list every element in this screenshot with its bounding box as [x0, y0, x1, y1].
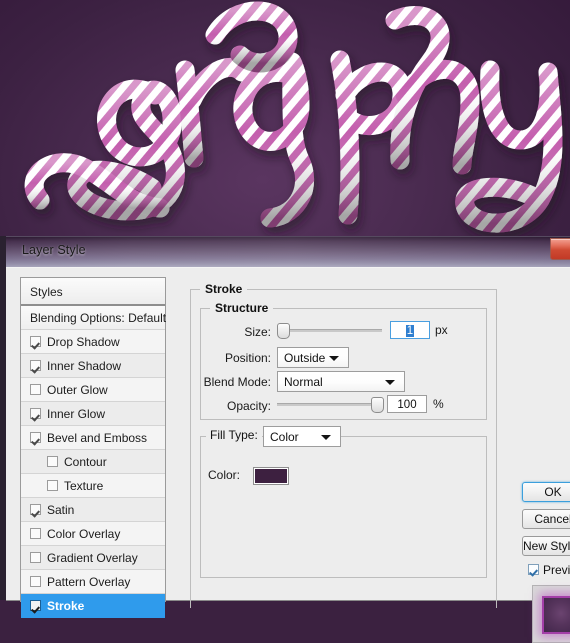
- size-input[interactable]: 1: [390, 321, 430, 339]
- style-row-label: Inner Glow: [47, 407, 106, 421]
- style-row-bevel-and-emboss[interactable]: Bevel and Emboss: [21, 426, 165, 450]
- blending-options-label: Blending Options: Default: [30, 311, 167, 325]
- candy-lettering-svg: [24, 1, 563, 233]
- checkbox-icon[interactable]: [30, 408, 41, 419]
- style-row-contour[interactable]: Contour: [21, 450, 165, 474]
- titlebar-sheen: [6, 237, 570, 267]
- checkbox-icon[interactable]: [30, 432, 41, 443]
- opacity-slider-thumb[interactable]: [371, 397, 384, 413]
- checkbox-icon[interactable]: [30, 384, 41, 395]
- chevron-down-icon: [321, 435, 331, 440]
- dialog-body: Styles Blending Options: Default Drop Sh…: [6, 267, 570, 618]
- style-row-outer-glow[interactable]: Outer Glow: [21, 378, 165, 402]
- position-dropdown[interactable]: Outside: [277, 347, 349, 368]
- opacity-slider[interactable]: [277, 397, 384, 413]
- size-value: 1: [405, 325, 415, 337]
- position-label: Position:: [224, 351, 271, 365]
- new-style-button[interactable]: New Style...: [522, 536, 570, 556]
- stroke-settings-panel: Stroke Structure Size: 1 px Position: Ou…: [184, 277, 570, 608]
- checkbox-icon[interactable]: [30, 336, 41, 347]
- fill-type-group: Fill Type: Color Color:: [200, 426, 487, 578]
- style-row-label: Pattern Overlay: [47, 575, 131, 589]
- structure-group: Structure Size: 1 px Position: Outside B…: [200, 301, 487, 420]
- style-row-label: Bevel and Emboss: [47, 431, 148, 445]
- stroke-color-swatch[interactable]: [253, 467, 289, 485]
- dialog-titlebar[interactable]: Layer Style: [6, 236, 570, 267]
- blending-options-row[interactable]: Blending Options: Default: [21, 306, 167, 330]
- opacity-slider-track[interactable]: [277, 403, 382, 406]
- style-row-label: Texture: [64, 479, 104, 493]
- blend-mode-label: Blend Mode:: [203, 375, 271, 389]
- stroke-group-title: Stroke: [200, 282, 248, 296]
- size-slider[interactable]: [277, 323, 382, 339]
- style-row-drop-shadow[interactable]: Drop Shadow: [21, 330, 165, 354]
- preview-swatch: [542, 596, 570, 634]
- fill-type-label: Fill Type:: [206, 428, 262, 442]
- opacity-input[interactable]: 100: [387, 395, 427, 413]
- stroke-group: Stroke Structure Size: 1 px Position: Ou…: [190, 282, 497, 608]
- size-slider-thumb[interactable]: [277, 323, 291, 339]
- style-row-label: Contour: [64, 455, 107, 469]
- dialog-title: Layer Style: [22, 243, 86, 257]
- color-label: Color:: [208, 468, 241, 482]
- layer-style-dialog: Layer Style Styles Blending Options: Def…: [0, 236, 570, 643]
- checkbox-icon[interactable]: [30, 600, 41, 611]
- style-row-label: Color Overlay: [47, 527, 121, 541]
- checkbox-icon[interactable]: [30, 552, 41, 563]
- opacity-label: Opacity:: [226, 399, 271, 413]
- checkbox-icon[interactable]: [30, 360, 41, 371]
- style-row-texture[interactable]: Texture: [21, 474, 165, 498]
- checkbox-icon: [528, 564, 539, 575]
- fill-type-dropdown[interactable]: Color: [263, 426, 341, 447]
- chevron-down-icon: [329, 356, 339, 361]
- preview-checkbox[interactable]: Preview: [522, 563, 570, 577]
- size-unit: px: [435, 323, 448, 337]
- style-row-pattern-overlay[interactable]: Pattern Overlay: [21, 570, 165, 594]
- blend-mode-value: Normal: [284, 375, 323, 389]
- checkbox-icon[interactable]: [47, 456, 58, 467]
- checkbox-icon[interactable]: [30, 576, 41, 587]
- checkbox-icon[interactable]: [30, 504, 41, 515]
- preview-label: Preview: [543, 563, 570, 577]
- ok-button[interactable]: OK: [522, 482, 570, 502]
- chevron-down-icon: [385, 380, 395, 385]
- styles-panel: Styles Blending Options: Default Drop Sh…: [20, 277, 167, 618]
- position-value: Outside: [284, 351, 326, 365]
- checkbox-icon[interactable]: [30, 528, 41, 539]
- checkbox-icon[interactable]: [47, 480, 58, 491]
- opacity-value: 100: [397, 399, 417, 411]
- style-row-satin[interactable]: Satin: [21, 498, 165, 522]
- cancel-button[interactable]: Cancel: [522, 509, 570, 529]
- opacity-unit: %: [433, 397, 444, 411]
- styles-list: Drop Shadow Inner Shadow Outer Glow Inner G…: [21, 330, 165, 618]
- size-slider-track[interactable]: [277, 329, 382, 332]
- style-row-label: Outer Glow: [47, 383, 108, 397]
- style-row-gradient-overlay[interactable]: Gradient Overlay: [21, 546, 165, 570]
- styles-header[interactable]: Styles: [21, 278, 165, 306]
- style-row-inner-shadow[interactable]: Inner Shadow: [21, 354, 165, 378]
- dialog-buttons: OK Cancel New Style... Preview: [522, 482, 570, 643]
- fill-type-value: Color: [270, 430, 299, 444]
- close-icon[interactable]: [550, 238, 570, 260]
- preview-thumbnail: [532, 585, 570, 643]
- style-row-label: Drop Shadow: [47, 335, 120, 349]
- style-row-label: Gradient Overlay: [47, 551, 138, 565]
- style-row-stroke[interactable]: Stroke: [21, 594, 165, 618]
- blend-mode-dropdown[interactable]: Normal: [277, 371, 405, 392]
- structure-group-title: Structure: [210, 301, 274, 315]
- size-label: Size:: [244, 325, 271, 339]
- style-row-color-overlay[interactable]: Color Overlay: [21, 522, 165, 546]
- style-row-label: Satin: [47, 503, 75, 517]
- style-row-label: Stroke: [47, 599, 85, 613]
- style-row-label: Inner Shadow: [47, 359, 122, 373]
- style-row-inner-glow[interactable]: Inner Glow: [21, 402, 165, 426]
